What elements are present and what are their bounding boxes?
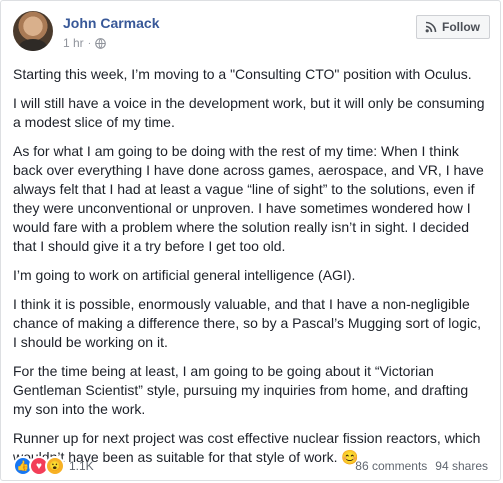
wow-icon: 😮 bbox=[45, 456, 65, 476]
post-paragraph: I think it is possible, enormously valua… bbox=[13, 296, 481, 350]
meta-separator: · bbox=[87, 37, 92, 49]
post-footer: 👍 ♥ 😮 1.1K 86 comments 94 shares bbox=[13, 455, 488, 477]
rss-icon bbox=[425, 21, 437, 33]
globe-icon bbox=[95, 37, 106, 49]
post-meta: 1 hr · bbox=[63, 36, 106, 50]
follow-button[interactable]: Follow bbox=[416, 15, 490, 39]
author-name[interactable]: John Carmack bbox=[63, 15, 159, 31]
post-paragraph: For the time being at least, I am going … bbox=[13, 363, 469, 417]
shares-count[interactable]: 94 shares bbox=[435, 459, 488, 473]
post-paragraph: I will still have a voice in the develop… bbox=[13, 95, 485, 130]
post-header: John Carmack 1 hr · Follow bbox=[13, 11, 490, 57]
comments-count[interactable]: 86 comments bbox=[355, 459, 427, 473]
avatar[interactable] bbox=[13, 11, 53, 51]
reaction-count[interactable]: 1.1K bbox=[69, 459, 94, 473]
post-paragraph: As for what I am going to be doing with … bbox=[13, 143, 484, 254]
post-paragraph: I’m going to work on artificial general … bbox=[13, 267, 356, 283]
post-body: Starting this week, I’m moving to a "Con… bbox=[13, 65, 488, 477]
post-paragraph: Starting this week, I’m moving to a "Con… bbox=[13, 66, 472, 82]
post-time[interactable]: 1 hr bbox=[63, 36, 84, 50]
follow-label: Follow bbox=[442, 20, 480, 34]
reactions-summary[interactable]: 👍 ♥ 😮 1.1K bbox=[13, 456, 94, 476]
post-card: John Carmack 1 hr · Follow Starting this… bbox=[0, 0, 501, 481]
